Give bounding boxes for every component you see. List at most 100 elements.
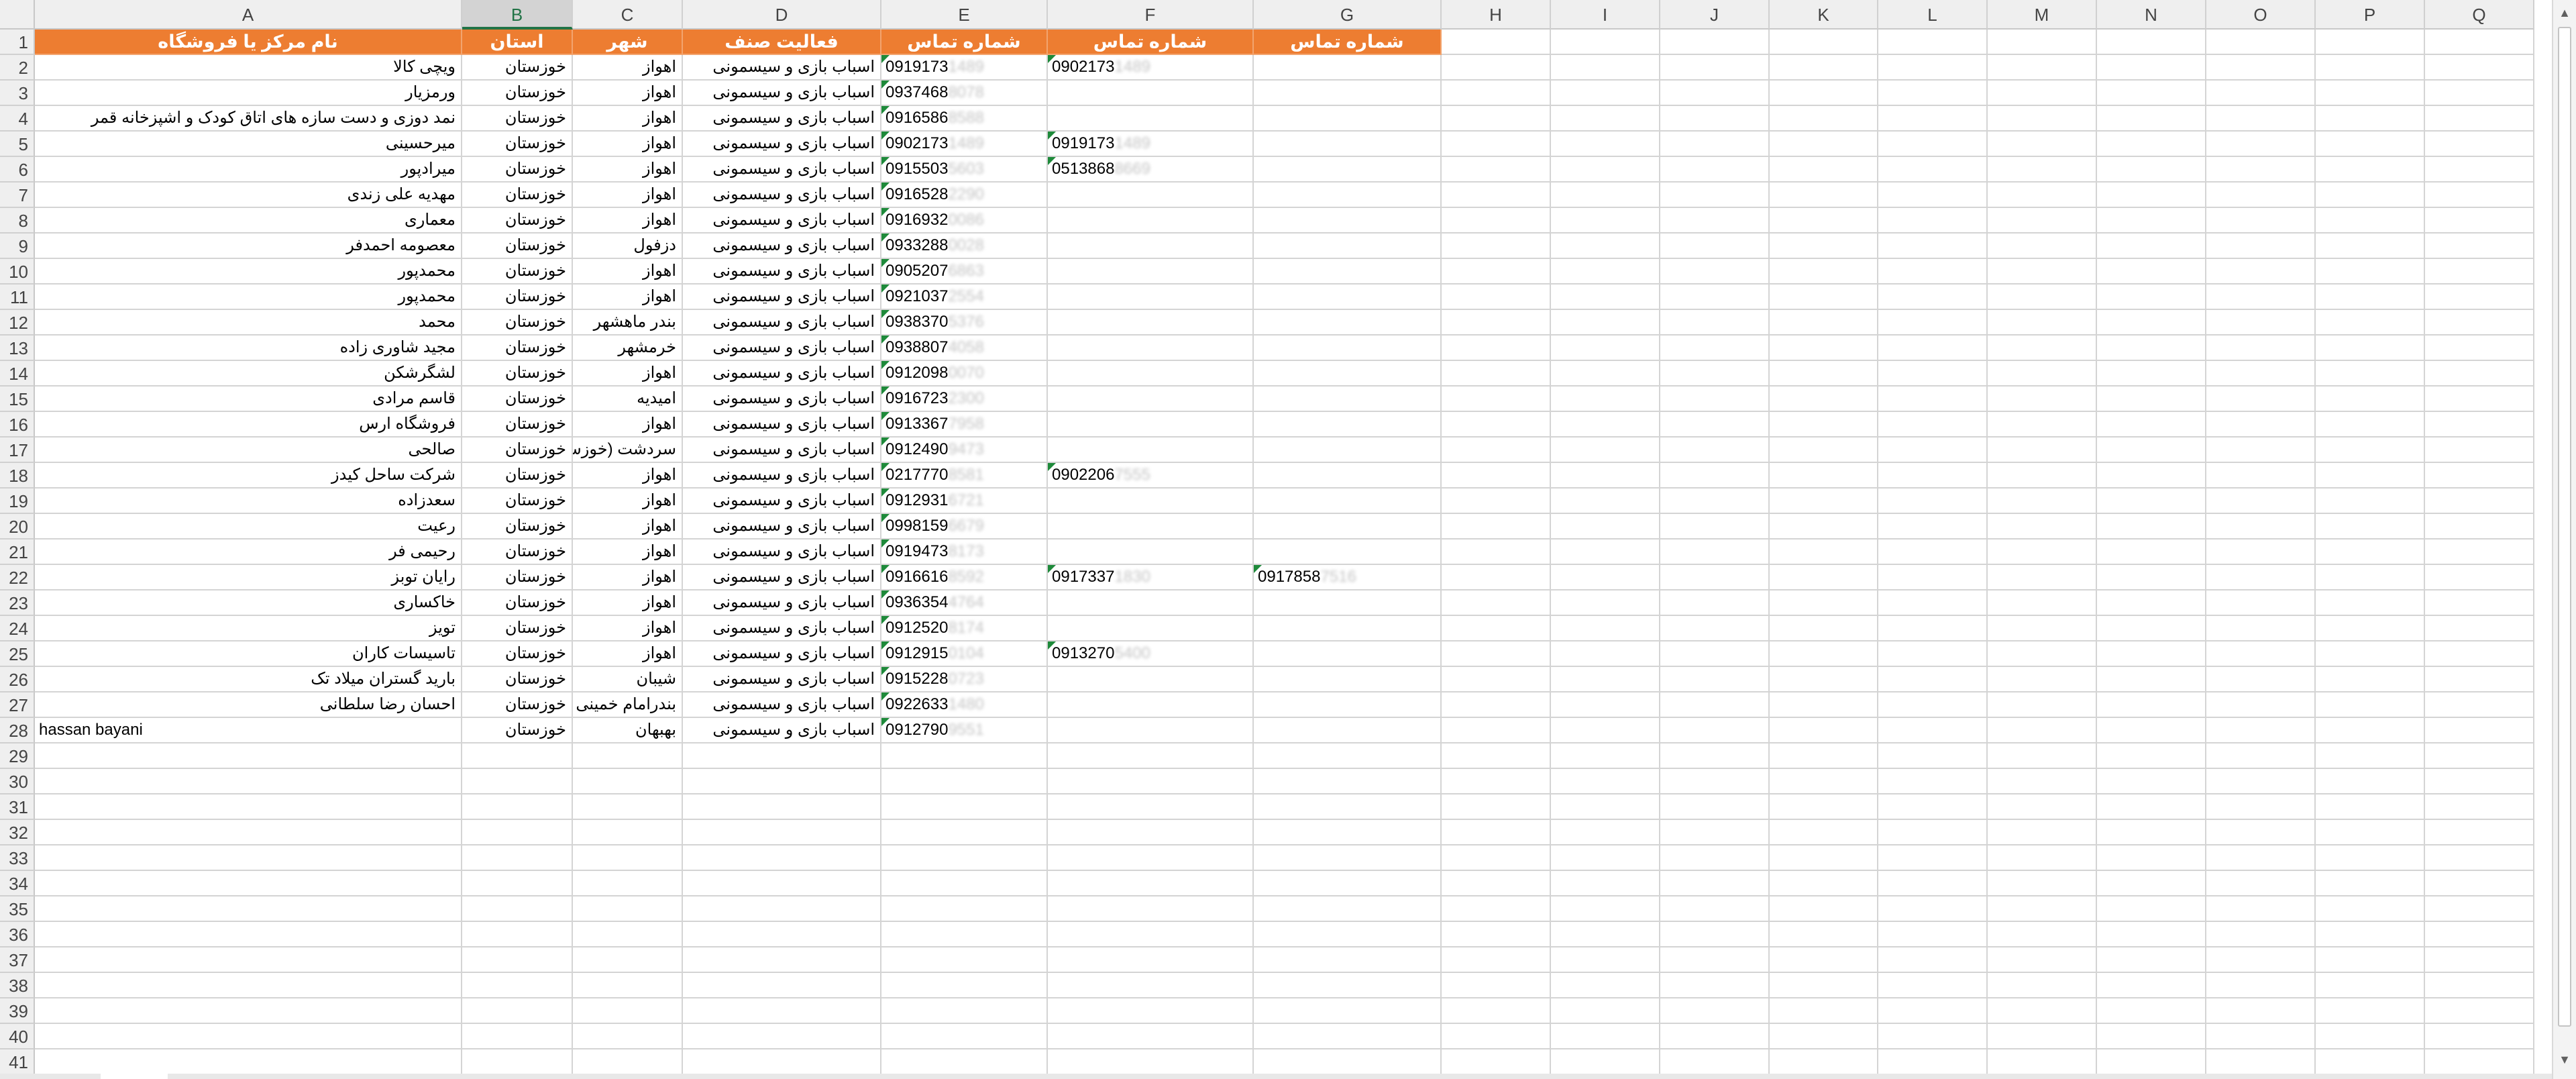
cell-a17[interactable]: صالحی [35, 438, 462, 463]
cell-p35[interactable] [2316, 896, 2425, 922]
cell-q39[interactable] [2425, 998, 2534, 1024]
cell-c16[interactable]: اهواز [573, 412, 683, 438]
cell-o33[interactable] [2206, 845, 2316, 871]
cell-d24[interactable]: اسباب بازی و سیسمونی [683, 616, 881, 641]
cell-i16[interactable] [1551, 412, 1660, 438]
cell-i9[interactable] [1551, 234, 1660, 259]
cell-e24[interactable]: 09125208174 [881, 616, 1048, 641]
cell-g26[interactable] [1254, 667, 1442, 692]
row-header-4[interactable]: 4 [0, 106, 35, 132]
cell-h14[interactable] [1442, 361, 1551, 387]
cell-j4[interactable] [1660, 106, 1770, 132]
cell-j23[interactable] [1660, 590, 1770, 616]
cell-c19[interactable]: اهواز [573, 489, 683, 514]
horizontal-scroll-thumb[interactable] [101, 1074, 168, 1079]
cell-a20[interactable]: رعیت [35, 514, 462, 540]
cell-n34[interactable] [2097, 871, 2206, 896]
cell-n36[interactable] [2097, 922, 2206, 947]
cell-m20[interactable] [1988, 514, 2097, 540]
cell-b28[interactable]: خوزستان [462, 718, 573, 743]
cell-o35[interactable] [2206, 896, 2316, 922]
cell-q11[interactable] [2425, 285, 2534, 310]
cell-g8[interactable] [1254, 208, 1442, 234]
cell-q20[interactable] [2425, 514, 2534, 540]
cell-e35[interactable] [881, 896, 1048, 922]
cell-e28[interactable]: 09127909551 [881, 718, 1048, 743]
cell-j17[interactable] [1660, 438, 1770, 463]
cell-n27[interactable] [2097, 692, 2206, 718]
column-header-g[interactable]: G [1254, 0, 1442, 30]
column-header-l[interactable]: L [1878, 0, 1988, 30]
cell-l16[interactable] [1878, 412, 1988, 438]
cell-g18[interactable] [1254, 463, 1442, 489]
scroll-down-arrow-icon[interactable]: ▼ [2553, 1049, 2576, 1070]
cell-g22[interactable]: 09178587516 [1254, 565, 1442, 590]
cell-o37[interactable] [2206, 947, 2316, 973]
cell-i19[interactable] [1551, 489, 1660, 514]
cell-e7[interactable]: 09165282290 [881, 183, 1048, 208]
cell-b1[interactable]: استان [462, 30, 573, 55]
cell-k16[interactable] [1770, 412, 1878, 438]
cell-o13[interactable] [2206, 336, 2316, 361]
cell-j24[interactable] [1660, 616, 1770, 641]
cell-o6[interactable] [2206, 157, 2316, 183]
cell-p29[interactable] [2316, 743, 2425, 769]
cell-d7[interactable]: اسباب بازی و سیسمونی [683, 183, 881, 208]
cell-g10[interactable] [1254, 259, 1442, 285]
cell-f38[interactable] [1048, 973, 1254, 998]
cell-f30[interactable] [1048, 769, 1254, 794]
cell-j26[interactable] [1660, 667, 1770, 692]
cell-h11[interactable] [1442, 285, 1551, 310]
cell-c11[interactable]: اهواز [573, 285, 683, 310]
cell-i30[interactable] [1551, 769, 1660, 794]
cell-n16[interactable] [2097, 412, 2206, 438]
cell-h10[interactable] [1442, 259, 1551, 285]
cell-f10[interactable] [1048, 259, 1254, 285]
cell-i32[interactable] [1551, 820, 1660, 845]
cell-m8[interactable] [1988, 208, 2097, 234]
cell-n37[interactable] [2097, 947, 2206, 973]
cell-a21[interactable]: رحیمی فر [35, 540, 462, 565]
cell-m2[interactable] [1988, 55, 2097, 81]
cell-f1[interactable]: شماره تماس [1048, 30, 1254, 55]
cell-k33[interactable] [1770, 845, 1878, 871]
row-header-39[interactable]: 39 [0, 998, 35, 1024]
cell-g29[interactable] [1254, 743, 1442, 769]
cell-d35[interactable] [683, 896, 881, 922]
cell-p23[interactable] [2316, 590, 2425, 616]
cell-k39[interactable] [1770, 998, 1878, 1024]
cell-j16[interactable] [1660, 412, 1770, 438]
cell-m40[interactable] [1988, 1024, 2097, 1049]
cell-n21[interactable] [2097, 540, 2206, 565]
row-header-17[interactable]: 17 [0, 438, 35, 463]
cell-l20[interactable] [1878, 514, 1988, 540]
row-header-36[interactable]: 36 [0, 922, 35, 947]
cell-k27[interactable] [1770, 692, 1878, 718]
cell-k23[interactable] [1770, 590, 1878, 616]
cell-d37[interactable] [683, 947, 881, 973]
row-header-26[interactable]: 26 [0, 667, 35, 692]
cell-j20[interactable] [1660, 514, 1770, 540]
cell-g7[interactable] [1254, 183, 1442, 208]
cell-l2[interactable] [1878, 55, 1988, 81]
cell-f36[interactable] [1048, 922, 1254, 947]
cell-m34[interactable] [1988, 871, 2097, 896]
cell-f32[interactable] [1048, 820, 1254, 845]
cell-i24[interactable] [1551, 616, 1660, 641]
cell-i41[interactable] [1551, 1049, 1660, 1075]
cell-k29[interactable] [1770, 743, 1878, 769]
cell-m5[interactable] [1988, 132, 2097, 157]
cell-g20[interactable] [1254, 514, 1442, 540]
cell-k7[interactable] [1770, 183, 1878, 208]
cell-f14[interactable] [1048, 361, 1254, 387]
cell-h24[interactable] [1442, 616, 1551, 641]
cell-p17[interactable] [2316, 438, 2425, 463]
cell-o11[interactable] [2206, 285, 2316, 310]
column-header-f[interactable]: F [1048, 0, 1254, 30]
cell-p40[interactable] [2316, 1024, 2425, 1049]
scroll-up-arrow-icon[interactable]: ▲ [2553, 3, 2576, 23]
cell-c15[interactable]: امیدیه [573, 387, 683, 412]
row-header-7[interactable]: 7 [0, 183, 35, 208]
cell-i6[interactable] [1551, 157, 1660, 183]
cell-g32[interactable] [1254, 820, 1442, 845]
